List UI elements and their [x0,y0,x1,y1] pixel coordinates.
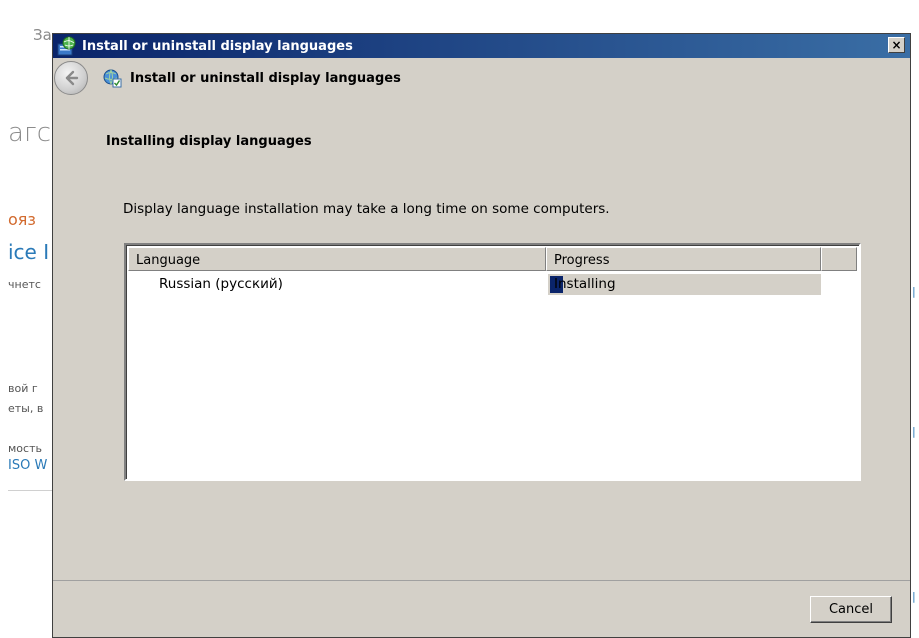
cancel-button[interactable]: Cancel [810,596,892,623]
section-heading: Installing display languages [106,134,312,149]
bg-fragment: За [33,26,52,44]
bg-fragment: еты, в [8,402,44,415]
column-header-language[interactable]: Language [128,247,546,271]
progress-cell: Installing [548,274,821,295]
back-arrow-icon [65,70,79,86]
bg-fragment[interactable]: ояз [8,210,36,229]
bg-fragment: мость [8,442,42,455]
window-title: Install or uninstall display languages [82,38,353,54]
install-languages-dialog: Install or uninstall display languages ×… [52,33,911,638]
close-button[interactable]: × [888,37,905,53]
bg-edge-mark: | [912,590,916,603]
title-bar[interactable]: Install or uninstall display languages × [53,34,910,58]
column-header-filler [821,247,857,271]
navigation-bar: Install or uninstall display languages [53,58,910,98]
bg-fragment[interactable]: ice I [8,240,49,264]
progress-label: Installing [554,276,616,292]
column-header-progress[interactable]: Progress [546,247,821,271]
languages-list[interactable]: Language Progress Russian (русский) Inst… [124,243,861,481]
list-header: Language Progress [128,247,857,271]
language-globe-icon [103,69,122,88]
bg-edge-mark: | [912,285,916,298]
language-installer-icon [57,36,76,56]
language-name: Russian (русский) [159,276,283,292]
bg-fragment: агс [8,118,51,148]
bg-edge-mark: | [912,425,916,438]
bg-fragment: вой г [8,382,38,395]
close-icon: × [891,38,902,52]
page-title: Install or uninstall display languages [130,70,401,86]
bg-fragment[interactable]: ISO W [8,458,47,473]
bg-divider [8,490,52,491]
description-text: Display language installation may take a… [123,201,610,217]
content-panel: Installing display languages Display lan… [53,97,910,581]
bg-fragment: чнетс [8,278,41,291]
list-item[interactable]: Russian (русский) Installing [128,273,857,295]
back-button[interactable] [54,61,88,95]
dialog-footer: Cancel [53,582,910,638]
